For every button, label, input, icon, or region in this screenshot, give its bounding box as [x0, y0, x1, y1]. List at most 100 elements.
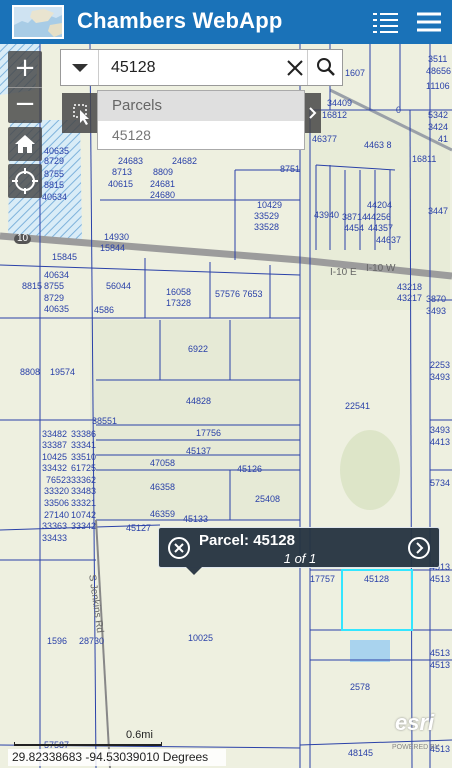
parcel-label: 47058: [150, 458, 176, 468]
parcel-label: 33341: [71, 440, 97, 450]
parcel-label: 44357: [368, 223, 394, 233]
parcel-label: 33386: [71, 429, 97, 439]
parcel-label: 8809: [153, 167, 174, 177]
parcel-label: 46377: [312, 134, 338, 144]
parcel-label: 10425: [42, 452, 68, 462]
esri-logo: esri: [395, 710, 435, 735]
app-logo: [12, 5, 64, 39]
parcel-label: 40635: [44, 146, 70, 156]
parcel-label: 17328: [166, 298, 192, 308]
parcel-label: 24680: [150, 190, 176, 200]
parcel-label: 46358: [150, 482, 176, 492]
parcel-label: 45133: [183, 514, 209, 524]
search-bar: 45128: [60, 49, 343, 86]
parcel-label: 44256: [366, 212, 392, 222]
layer-list-icon[interactable]: [369, 6, 401, 38]
parcel-label: 40615: [108, 179, 134, 189]
parcel-label: 33362: [71, 475, 97, 485]
parcel-label: 46359: [150, 509, 176, 519]
parcel-label: 25408: [255, 494, 281, 504]
scale-label: 0.6mi: [126, 729, 153, 741]
powered-by-text: POWERED BY: [392, 744, 440, 751]
parcel-label: 8815: [44, 180, 65, 190]
parcel-label: 48145: [348, 748, 374, 758]
parcel-label: 4513: [430, 574, 451, 584]
parcel-label: 33321: [71, 498, 97, 508]
parcel-label: 40634: [42, 192, 68, 202]
parcel-label: 48656: [426, 66, 452, 76]
parcel-label: 43218: [397, 282, 423, 292]
home-icon: [15, 135, 35, 153]
popup-pointer: [186, 567, 202, 575]
parcel-label: 38551: [92, 416, 118, 426]
parcel-label: 76523: [46, 475, 72, 485]
chevron-right-icon: [309, 107, 317, 119]
parcel-label: 61725: [71, 463, 97, 473]
parcel-label: 45137: [186, 446, 212, 456]
parcel-label: 45127: [126, 523, 152, 533]
select-cursor-icon: [73, 104, 89, 125]
app-header: Chambers WebApp: [0, 0, 452, 44]
search-button[interactable]: [307, 50, 343, 85]
zoom-control: + −: [8, 51, 42, 123]
parcel-label: 3447: [428, 206, 449, 216]
parcel-label: 8808: [20, 367, 41, 377]
parcel-label: 33506: [44, 498, 70, 508]
parcel-label: 4454: [344, 223, 365, 233]
search-icon: [317, 58, 335, 76]
parcel-label: 5342: [428, 110, 449, 120]
parcel-label: 8755: [44, 169, 65, 179]
parcel-label: 10742: [71, 510, 97, 520]
zoom-out-button[interactable]: −: [8, 87, 42, 123]
locate-button[interactable]: [8, 164, 42, 198]
parcel-label: 33342: [71, 521, 97, 531]
parcel-label: 33432: [42, 463, 68, 473]
parcel-label: 4586: [94, 305, 115, 315]
map-view[interactable]: 1607 3511 48656 11106 34409 16812 0 5342…: [0, 44, 452, 768]
caret-down-icon: [72, 64, 88, 72]
parcel-label: 3424: [428, 122, 449, 132]
collapse-toolbar-button[interactable]: [305, 93, 321, 133]
search-input[interactable]: 45128: [111, 59, 156, 77]
parcel-label: 40634: [44, 270, 70, 280]
parcel-label: 33483: [71, 486, 97, 496]
hamburger-menu-icon[interactable]: [413, 6, 445, 38]
parcel-label: 17757: [310, 574, 336, 584]
parcel-label: 4513: [430, 660, 451, 670]
parcel-label: 33482: [42, 429, 68, 439]
parcel-label: 0: [396, 105, 402, 115]
parcel-label: 45126: [237, 464, 263, 474]
parcel-label: 43217: [397, 293, 423, 303]
parcel-label: 4513: [430, 648, 451, 658]
home-button[interactable]: [8, 127, 42, 161]
parcel-label: 2253: [430, 360, 451, 370]
parcel-label: 8815: [22, 281, 43, 291]
parcel-label: 1607: [345, 68, 366, 78]
coordinate-readout: 29.82338683 -94.53039010 Degrees: [8, 749, 226, 766]
search-source-dropdown[interactable]: [61, 50, 99, 85]
parcel-label: 27140: [44, 510, 70, 520]
parcel-label: 44828: [186, 396, 212, 406]
parcel-label: 41: [438, 134, 449, 144]
parcel-label: 5734: [430, 478, 451, 488]
select-tool-button[interactable]: [62, 93, 98, 133]
parcel-label: 11106: [426, 81, 450, 91]
parcel-label: 4463 8: [364, 140, 392, 150]
suggestion-item[interactable]: 45128: [98, 121, 304, 149]
parcel-label: 1596: [47, 636, 68, 646]
parcel-label: 3870: [426, 294, 447, 304]
zoom-in-button[interactable]: +: [8, 51, 42, 87]
parcel-label: 24681: [150, 179, 176, 189]
close-icon[interactable]: [283, 56, 307, 80]
parcel-label: 45128: [364, 574, 390, 584]
next-feature-button[interactable]: [408, 537, 430, 559]
parcel-label: 43940: [314, 210, 340, 220]
chevron-right-icon: [416, 542, 424, 554]
parcel-label: 3493: [430, 425, 451, 435]
parcel-label: 44637: [376, 235, 402, 245]
parcel-label: 17756: [196, 428, 222, 438]
parcel-label: 3493: [430, 372, 451, 382]
parcel-label: 4413: [430, 437, 451, 447]
parcel-label: 15844: [100, 243, 126, 253]
parcel-label: 24682: [172, 156, 198, 166]
